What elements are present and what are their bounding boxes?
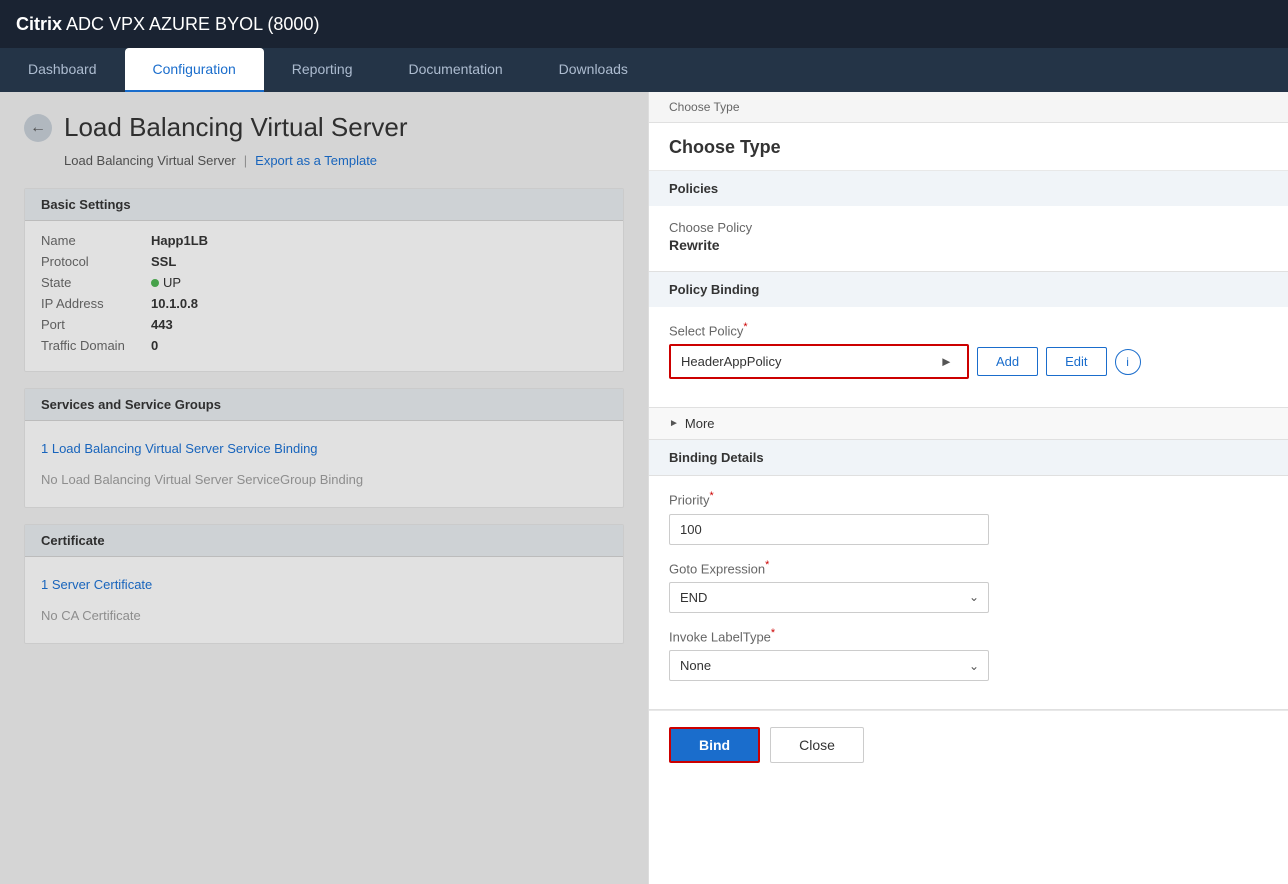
policies-header: Policies: [649, 171, 1288, 206]
service-group-binding: No Load Balancing Virtual Server Service…: [41, 464, 607, 495]
bind-button[interactable]: Bind: [669, 727, 760, 763]
binding-details-body: Priority* Goto Expression* END NEXT USE_…: [649, 476, 1288, 709]
label-ip: IP Address: [41, 296, 151, 311]
priority-input[interactable]: [669, 514, 989, 545]
choose-policy-row: Choose Policy Rewrite: [669, 220, 1268, 253]
invoke-labeltype-group: Invoke LabelType* None reqvserver resvse…: [669, 627, 1268, 681]
policies-body: Choose Policy Rewrite: [649, 206, 1288, 271]
server-cert-link[interactable]: 1 Server Certificate: [41, 569, 607, 600]
label-traffic-domain: Traffic Domain: [41, 338, 151, 353]
field-port: Port 443: [41, 317, 607, 332]
goto-expression-label: Goto Expression*: [669, 559, 1268, 576]
priority-label: Priority*: [669, 490, 1268, 507]
field-name: Name Happ1LB: [41, 233, 607, 248]
back-button[interactable]: ←: [24, 114, 52, 142]
main-content: ← Load Balancing Virtual Server Load Bal…: [0, 92, 1288, 884]
goto-expression-select[interactable]: END NEXT USE_INVOCATION_RESULT: [669, 582, 989, 613]
policy-binding-group: Policy Binding Select Policy* HeaderAppP…: [649, 272, 1288, 408]
certificate-section: Certificate 1 Server Certificate No CA C…: [24, 524, 624, 644]
status-indicator: [151, 279, 159, 287]
breadcrumb: Load Balancing Virtual Server | Export a…: [24, 153, 624, 168]
breadcrumb-separator: |: [244, 153, 247, 168]
tab-documentation[interactable]: Documentation: [380, 48, 530, 92]
nav-tabs: Dashboard Configuration Reporting Docume…: [0, 48, 1288, 92]
choose-policy-value: Rewrite: [669, 237, 1268, 253]
certificate-body: 1 Server Certificate No CA Certificate: [25, 557, 623, 643]
select-policy-text: HeaderAppPolicy: [681, 354, 936, 369]
priority-group: Priority*: [669, 490, 1268, 544]
value-protocol: SSL: [151, 254, 176, 269]
page-title: Load Balancing Virtual Server: [64, 112, 408, 143]
add-policy-button[interactable]: Add: [977, 347, 1038, 376]
goto-expression-group: Goto Expression* END NEXT USE_INVOCATION…: [669, 559, 1268, 613]
value-port: 443: [151, 317, 173, 332]
label-state: State: [41, 275, 151, 290]
basic-settings-section: Basic Settings Name Happ1LB Protocol SSL…: [24, 188, 624, 372]
goto-expression-select-wrapper: END NEXT USE_INVOCATION_RESULT ⌄: [669, 582, 989, 613]
tab-dashboard[interactable]: Dashboard: [0, 48, 125, 92]
field-protocol: Protocol SSL: [41, 254, 607, 269]
breadcrumb-link[interactable]: Load Balancing Virtual Server: [64, 153, 236, 168]
services-section: Services and Service Groups 1 Load Balan…: [24, 388, 624, 508]
value-ip: 10.1.0.8: [151, 296, 198, 311]
tab-downloads[interactable]: Downloads: [531, 48, 656, 92]
binding-details-group: Binding Details Priority* Goto Expressio…: [649, 440, 1288, 710]
edit-policy-button[interactable]: Edit: [1046, 347, 1106, 376]
binding-details-header: Binding Details: [649, 440, 1288, 476]
choose-policy-label: Choose Policy: [669, 220, 1268, 235]
info-button[interactable]: i: [1115, 349, 1141, 375]
policies-group: Policies Choose Policy Rewrite: [649, 171, 1288, 272]
value-name: Happ1LB: [151, 233, 208, 248]
label-protocol: Protocol: [41, 254, 151, 269]
invoke-labeltype-label: Invoke LabelType*: [669, 627, 1268, 644]
panel-breadcrumb: Choose Type: [649, 92, 1288, 123]
field-state: State UP: [41, 275, 607, 290]
export-template-link[interactable]: Export as a Template: [255, 153, 377, 168]
left-panel: ← Load Balancing Virtual Server Load Bal…: [0, 92, 648, 884]
basic-settings-header: Basic Settings: [25, 189, 623, 221]
panel-actions: Bind Close: [649, 710, 1288, 779]
ca-cert-binding: No CA Certificate: [41, 600, 607, 631]
policy-binding-body: Select Policy* HeaderAppPolicy ► Add Edi…: [649, 307, 1288, 407]
app-title: Citrix ADC VPX AZURE BYOL (8000): [16, 14, 319, 35]
certificate-header: Certificate: [25, 525, 623, 557]
services-header: Services and Service Groups: [25, 389, 623, 421]
services-body: 1 Load Balancing Virtual Server Service …: [25, 421, 623, 507]
label-name: Name: [41, 233, 151, 248]
more-triangle-icon: ►: [669, 418, 679, 429]
value-traffic-domain: 0: [151, 338, 158, 353]
policy-binding-header: Policy Binding: [649, 272, 1288, 307]
top-bar: Citrix ADC VPX AZURE BYOL (8000): [0, 0, 1288, 48]
label-port: Port: [41, 317, 151, 332]
select-policy-label: Select Policy*: [669, 321, 1268, 338]
panel-section-title: Choose Type: [649, 123, 1288, 171]
select-policy-row: HeaderAppPolicy ► Add Edit i: [669, 344, 1268, 379]
tab-configuration[interactable]: Configuration: [125, 48, 264, 92]
select-policy-arrow-button[interactable]: ►: [936, 352, 957, 371]
page-header: ← Load Balancing Virtual Server: [24, 112, 624, 143]
field-traffic-domain: Traffic Domain 0: [41, 338, 607, 353]
service-binding-link[interactable]: 1 Load Balancing Virtual Server Service …: [41, 433, 607, 464]
more-label: More: [685, 416, 715, 431]
right-panel: Choose Type Choose Type Policies Choose …: [648, 92, 1288, 884]
basic-settings-body: Name Happ1LB Protocol SSL State UP IP Ad…: [25, 221, 623, 371]
value-state: UP: [151, 275, 181, 290]
field-ip: IP Address 10.1.0.8: [41, 296, 607, 311]
close-button[interactable]: Close: [770, 727, 864, 763]
invoke-labeltype-select[interactable]: None reqvserver resvserver policylabel: [669, 650, 989, 681]
select-policy-input[interactable]: HeaderAppPolicy ►: [669, 344, 969, 379]
tab-reporting[interactable]: Reporting: [264, 48, 381, 92]
more-section[interactable]: ► More: [649, 408, 1288, 440]
invoke-labeltype-select-wrapper: None reqvserver resvserver policylabel ⌄: [669, 650, 989, 681]
